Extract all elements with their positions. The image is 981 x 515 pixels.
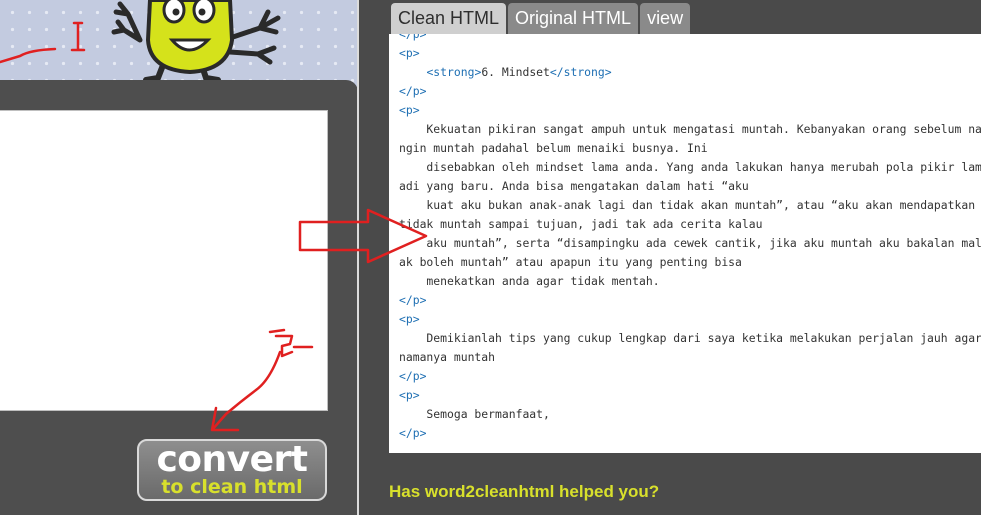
clean-html-output[interactable]: </p> <p> <strong>6. Mindset</strong> </p> <… (389, 34, 981, 453)
helped-prompt: Has word2cleanhtml helped you? (389, 482, 660, 501)
code-line: adi yang baru. Anda bisa mengatakan dala… (399, 179, 749, 193)
convert-button-sublabel: to clean html (161, 476, 303, 498)
output-tabs: Clean HTML Original HTML view (391, 3, 692, 34)
word-paste-area[interactable] (0, 110, 328, 411)
code-line: disebabkan oleh mindset lama anda. Yang … (426, 160, 981, 174)
output-pane: Clean HTML Original HTML view </p> <p> <s… (359, 0, 981, 515)
code-line: menekatkan anda agar tidak mentah. (399, 274, 660, 288)
code-line: ak boleh muntah” atau apapun itu yang pe… (399, 255, 742, 269)
code-listing: </p> <p> <strong>6. Mindset</strong> </p> <… (399, 34, 981, 443)
code-line: <p> (399, 103, 420, 117)
code-line: namanya muntah (399, 350, 496, 364)
code-line: <strong>6. Mindset</strong> (426, 65, 612, 79)
code-line: </p> (399, 293, 427, 307)
code-line: tidak muntah sampai tujuan, jadi tak ada… (399, 217, 763, 231)
convert-button-label: convert (156, 439, 308, 480)
tab-original-html[interactable]: Original HTML (508, 3, 639, 34)
code-line: <p> (399, 388, 420, 402)
code-line: aku muntah”, serta “disampingku ada cewe… (426, 236, 981, 250)
tab-clean-html[interactable]: Clean HTML (391, 3, 507, 34)
code-line: ngin muntah padahal belum menaiki busnya… (399, 141, 708, 155)
mascot-logo (111, 0, 281, 82)
code-line: </p> (399, 34, 427, 41)
tab-view[interactable]: view (640, 3, 691, 34)
code-line: </p> (399, 426, 427, 440)
code-line: </p> (399, 369, 427, 383)
code-line: kuat aku bukan anak-anak lagi dan tidak … (426, 198, 976, 212)
code-line: Kekuatan pikiran sangat ampuh untuk meng… (426, 122, 981, 136)
code-line: <p> (399, 46, 420, 60)
convert-button[interactable]: convert to clean html (137, 439, 327, 501)
code-line: <p> (399, 312, 420, 326)
code-line: Demikianlah tips yang cukup lengkap dari… (426, 331, 981, 345)
code-line: </p> (399, 84, 427, 98)
code-line: Semoga bermanfaat, (399, 407, 550, 421)
